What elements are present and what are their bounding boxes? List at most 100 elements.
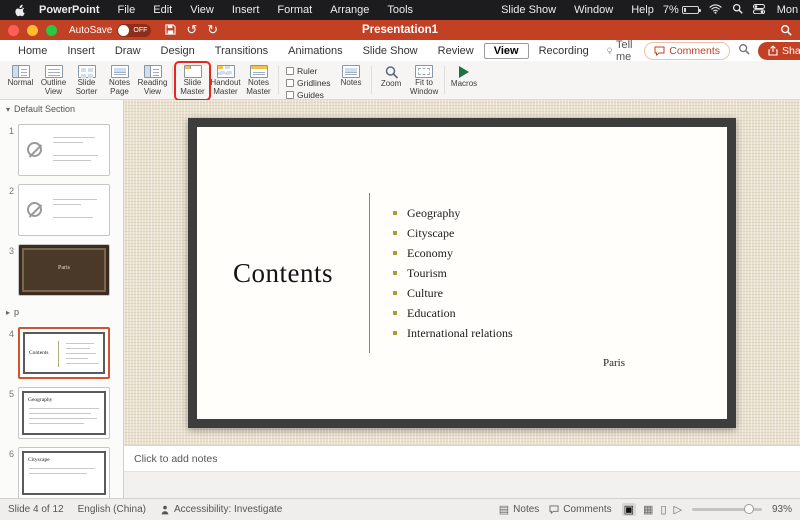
menu-item-arrange[interactable]: Arrange (321, 4, 378, 16)
tab-slide-show[interactable]: Slide Show (353, 43, 428, 59)
notes-master-button[interactable]: Notes Master (242, 63, 275, 99)
autosave-state-label: OFF (133, 27, 147, 34)
guides-checkbox-label: Guides (297, 90, 324, 100)
notes-pane-filler (124, 471, 800, 498)
tab-home[interactable]: Home (8, 43, 57, 59)
slide-6-number: 6 (0, 447, 18, 498)
guides-checkbox[interactable]: Guides (286, 90, 331, 100)
view-switcher: ▣ ▦ ▯ ▷ (622, 503, 682, 516)
titlebar-search-icon[interactable] (780, 24, 792, 36)
tab-animations[interactable]: Animations (278, 43, 352, 59)
autosave-toggle[interactable]: OFF (117, 24, 151, 37)
slide-footer-text[interactable]: Paris (603, 357, 625, 369)
ribbon-notes-button[interactable]: Notes (335, 63, 368, 90)
tab-review[interactable]: Review (428, 43, 484, 59)
bullet-item: Tourism (393, 267, 513, 279)
handout-master-button[interactable]: Handout Master (209, 63, 242, 99)
menu-item-powerpoint[interactable]: PowerPoint (30, 4, 109, 16)
zoom-slider-knob[interactable] (744, 504, 754, 514)
slide-4-title: Contents (29, 350, 49, 356)
battery-status[interactable]: 7% (663, 4, 699, 16)
comments-button-label: Comments (669, 45, 720, 57)
tab-insert[interactable]: Insert (57, 43, 105, 59)
menu-item-help[interactable]: Help (622, 4, 663, 16)
slide-6-thumbnail[interactable]: Cityscape (18, 447, 110, 498)
menu-bar-clock[interactable]: Mon Jan 29 23:10 (775, 4, 800, 16)
notes-page-button[interactable]: Notes Page (103, 63, 136, 99)
menu-item-insert[interactable]: Insert (223, 4, 269, 16)
zoom-slider[interactable] (692, 508, 762, 511)
reading-view-switch-icon[interactable]: ▯ (660, 503, 666, 516)
menu-item-slide-show[interactable]: Slide Show (492, 4, 565, 16)
tab-draw[interactable]: Draw (105, 43, 151, 59)
menu-item-tools[interactable]: Tools (378, 4, 422, 16)
close-window-button[interactable] (8, 25, 19, 36)
zoom-button[interactable]: Zoom (375, 63, 408, 91)
current-slide[interactable]: Contents Geography Cityscape Economy Tou… (188, 118, 736, 428)
slide-master-button[interactable]: Slide Master (176, 63, 209, 99)
autosave-label: AutoSave (69, 25, 112, 36)
normal-view-button[interactable]: Normal (4, 63, 37, 90)
slide-4-thumbnail[interactable]: Contents (18, 327, 110, 379)
notes-pane[interactable]: Click to add notes (124, 445, 800, 471)
slide-title-placeholder[interactable]: Contents (197, 127, 369, 419)
menu-item-edit[interactable]: Edit (144, 4, 181, 16)
tab-recording[interactable]: Recording (529, 43, 599, 59)
fit-to-window-button[interactable]: Fit to Window (408, 63, 441, 99)
slide-content-placeholder[interactable]: Geography Cityscape Economy Tourism Cult… (393, 207, 513, 347)
tab-view[interactable]: View (484, 43, 529, 59)
status-bar: Slide 4 of 12 English (China) Accessibil… (0, 498, 800, 520)
redo-icon[interactable]: ↻ (207, 22, 218, 38)
menu-item-format[interactable]: Format (268, 4, 321, 16)
ruler-checkbox[interactable]: Ruler (286, 66, 331, 76)
accessibility-check[interactable]: Accessibility: Investigate (160, 504, 282, 515)
search-status-icon[interactable] (732, 3, 743, 17)
section-header-2[interactable]: ▸ p (0, 303, 123, 319)
statusbar-notes-button[interactable]: ▤ Notes (499, 503, 540, 516)
gridlines-checkbox[interactable]: Gridlines (286, 78, 331, 88)
minimize-window-button[interactable] (27, 25, 38, 36)
control-center-icon[interactable] (753, 4, 765, 17)
slide-sorter-switch-icon[interactable]: ▦ (643, 503, 653, 516)
section-header-default[interactable]: ▾ Default Section (0, 100, 123, 116)
slide-3-thumbnail[interactable]: Paris (18, 244, 110, 296)
slide-2-thumbnail[interactable] (18, 184, 110, 236)
wifi-icon[interactable] (709, 4, 722, 17)
save-icon[interactable] (165, 23, 176, 38)
language-indicator[interactable]: English (China) (78, 504, 146, 515)
slide-sorter-button[interactable]: Slide Sorter (70, 63, 103, 99)
bullet-marker (393, 271, 397, 275)
apple-menu-icon[interactable] (10, 4, 30, 17)
macros-button[interactable]: Macros (448, 63, 481, 91)
tab-design[interactable]: Design (151, 43, 205, 59)
statusbar-comments-button[interactable]: Comments (549, 504, 611, 515)
slide-thumb-row-5: 5 Geography (0, 387, 119, 439)
zoom-percentage[interactable]: 93% (772, 504, 792, 515)
menu-item-file[interactable]: File (109, 4, 145, 16)
slide-sorter-label: Slide Sorter (70, 79, 103, 97)
slide-sorter-icon (78, 65, 96, 78)
undo-icon[interactable]: ↺ (186, 22, 197, 38)
autosave-control[interactable]: AutoSave OFF (69, 24, 151, 37)
menu-item-window[interactable]: Window (565, 4, 622, 16)
bullet-marker (393, 251, 397, 255)
bullet-item: Cityscape (393, 227, 513, 239)
reading-view-button[interactable]: Reading View (136, 63, 169, 99)
zoom-button-label: Zoom (381, 80, 401, 89)
autosave-toggle-knob (118, 25, 129, 36)
tab-transitions[interactable]: Transitions (205, 43, 278, 59)
ribbon-search-icon[interactable] (738, 43, 750, 58)
share-button[interactable]: Share (758, 42, 800, 60)
slide-1-thumbnail[interactable] (18, 124, 110, 176)
bullet-marker (393, 331, 397, 335)
slideshow-switch-icon[interactable]: ▷ (674, 503, 682, 516)
tell-me-button[interactable]: Tell me (599, 39, 645, 63)
slide-6-title: Cityscape (28, 457, 50, 463)
window-controls (8, 25, 57, 36)
zoom-window-button[interactable] (46, 25, 57, 36)
normal-view-switch-icon[interactable]: ▣ (622, 503, 636, 516)
menu-item-view[interactable]: View (181, 4, 223, 16)
outline-view-button[interactable]: Outline View (37, 63, 70, 99)
comments-button[interactable]: Comments (644, 42, 730, 60)
slide-5-thumbnail[interactable]: Geography (18, 387, 110, 439)
